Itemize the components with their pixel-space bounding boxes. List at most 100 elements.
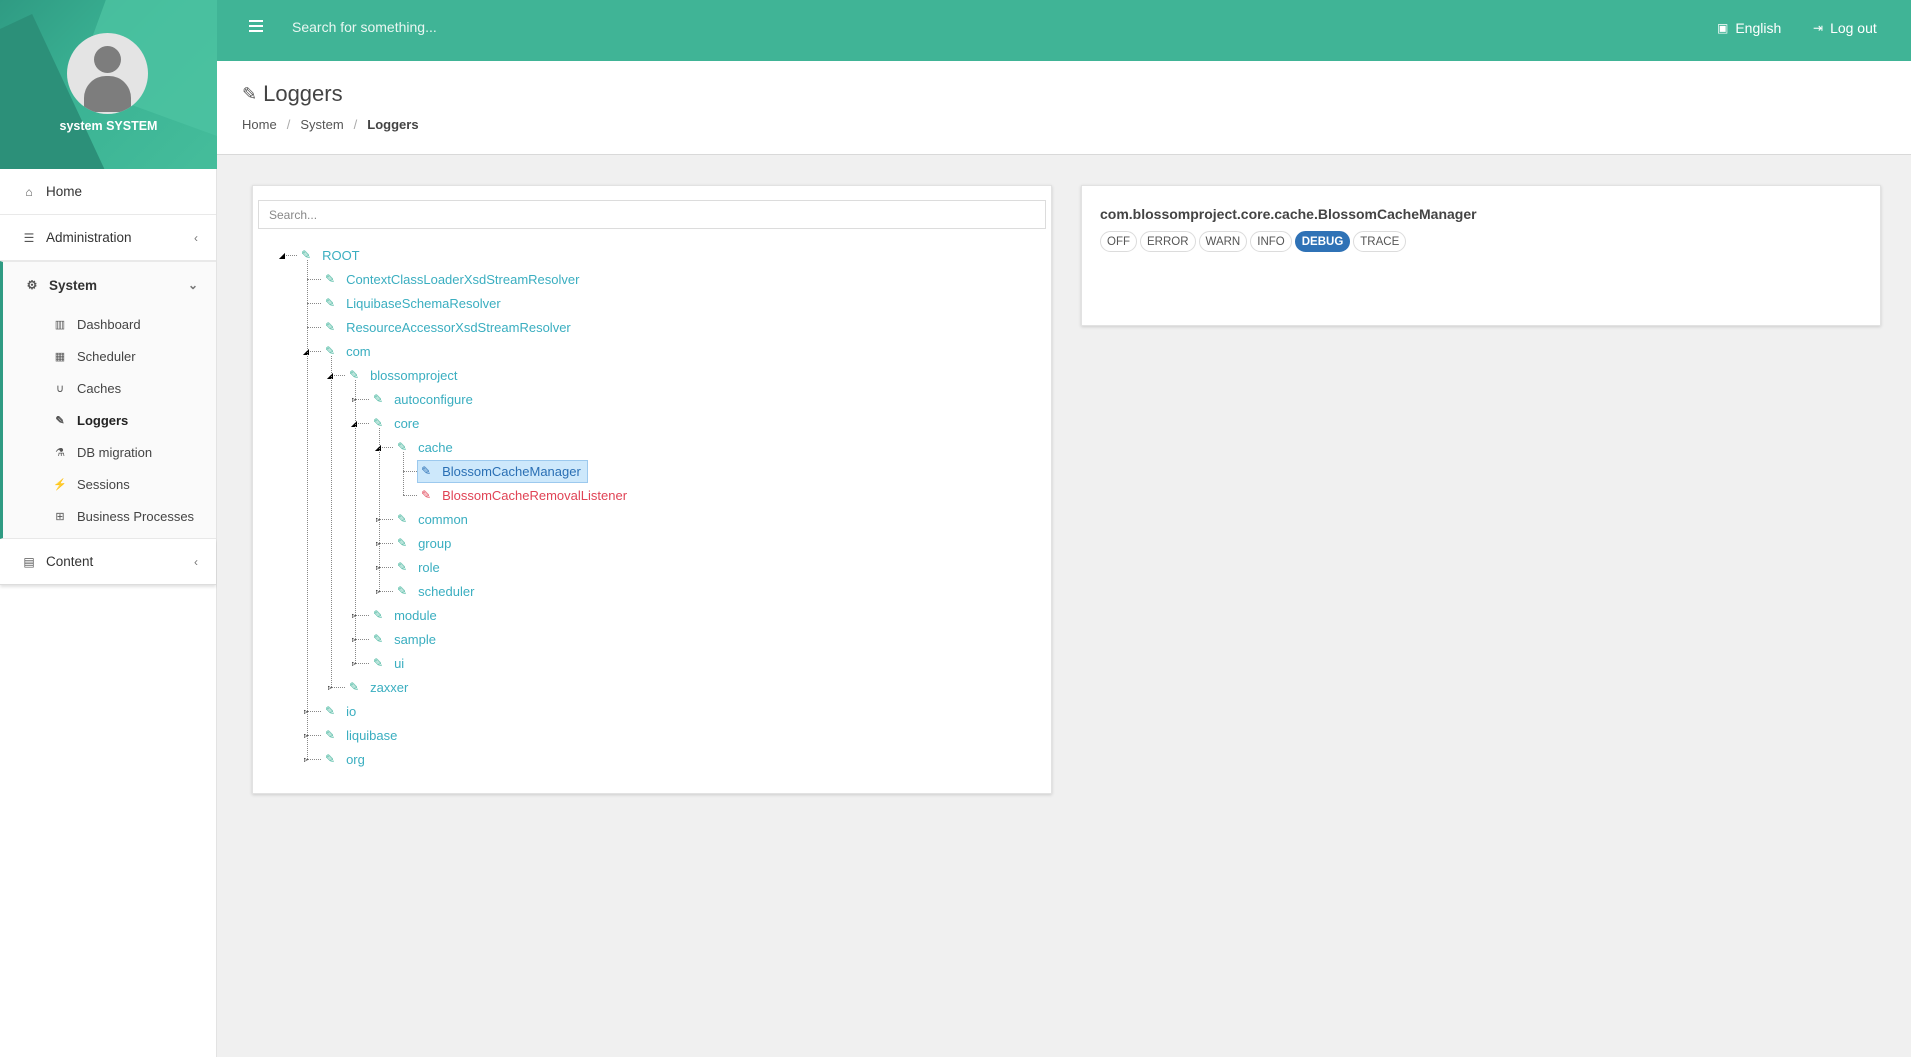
tree-node-link[interactable]: ✎ module — [369, 604, 444, 627]
level-trace-button[interactable]: TRACE — [1353, 231, 1407, 252]
sidebar-item-scheduler[interactable]: ▦ Scheduler — [3, 340, 216, 372]
tree-collapse-toggle[interactable]: ◢ — [301, 346, 311, 356]
tree-node-link[interactable]: ✎ liquibase — [321, 724, 404, 747]
pencil-icon: ✎ — [325, 272, 336, 286]
tree-node-link[interactable]: ✎ sample — [369, 628, 443, 651]
tree-expand-toggle[interactable]: ▹ — [373, 514, 383, 524]
tree-expand-toggle[interactable]: ▹ — [349, 394, 359, 404]
pencil-icon: ✎ — [349, 680, 360, 694]
tree-expand-toggle[interactable]: ▹ — [349, 610, 359, 620]
tree-node-link[interactable]: ✎ ResourceAccessorXsdStreamResolver — [321, 316, 578, 339]
book-icon: ▤ — [23, 554, 35, 569]
tree-search-input[interactable] — [258, 200, 1046, 229]
pencil-icon: ✎ — [325, 320, 336, 334]
level-info-button[interactable]: INFO — [1250, 231, 1292, 252]
tree-node-label: ResourceAccessorXsdStreamResolver — [346, 319, 571, 335]
page-title-text: Loggers — [263, 81, 343, 106]
tree-expand-toggle[interactable]: ▹ — [373, 538, 383, 548]
breadcrumb-home[interactable]: Home — [242, 117, 277, 132]
sidebar-item-administration[interactable]: ☰ Administration ‹ — [0, 215, 216, 261]
logout-button[interactable]: ⇥ Log out — [1813, 20, 1877, 36]
sidebar-item-loggers[interactable]: ✎ Loggers — [3, 404, 216, 436]
tree-node-label: ROOT — [322, 247, 360, 263]
sidebar-item-label: System — [49, 277, 98, 293]
tree-expand-toggle[interactable]: ▹ — [349, 658, 359, 668]
tree-node-link[interactable]: ✎ io — [321, 700, 363, 723]
tree-node-label: scheduler — [418, 583, 475, 599]
breadcrumb-system[interactable]: System — [300, 117, 343, 132]
tree-collapse-toggle[interactable]: ◢ — [325, 370, 335, 380]
tree-connector — [403, 495, 417, 496]
sidebar-item-home[interactable]: ⌂ Home — [0, 169, 216, 215]
pencil-icon: ✎ — [397, 560, 408, 574]
tree-node-link[interactable]: ✎ core — [369, 412, 426, 435]
tree-node-link[interactable]: ✎ LiquibaseSchemaResolver — [321, 292, 508, 315]
chevron-left-icon: ‹ — [194, 230, 198, 245]
sidebar-item-business-processes[interactable]: ⊞ Business Processes — [3, 500, 216, 532]
breadcrumb-current: Loggers — [367, 117, 419, 132]
sidebar-item-label: Home — [46, 184, 83, 199]
tree-node-label: ui — [394, 655, 405, 671]
tree-node-link[interactable]: ✎ com — [321, 340, 378, 363]
sitemap-icon: ⊞ — [55, 510, 65, 523]
tree-node: ✎ io — [321, 700, 363, 722]
hamburger-menu-icon[interactable] — [249, 20, 263, 32]
pencil-icon: ✎ — [421, 464, 432, 478]
tree-node: ✎ liquibase — [321, 724, 404, 746]
tree-node: ✎ sample — [369, 628, 443, 650]
sidebar-item-db-migration[interactable]: ⚗ DB migration — [3, 436, 216, 468]
tree-node-label: sample — [394, 631, 436, 647]
logger-name: com.blossomproject.core.cache.BlossomCac… — [1100, 206, 1477, 222]
tree-node-link[interactable]: ✎ autoconfigure — [369, 388, 480, 411]
flask-icon: ⚗ — [55, 446, 65, 459]
tree-expand-toggle[interactable]: ▹ — [301, 706, 311, 716]
logout-label: Log out — [1830, 20, 1877, 36]
sidebar-item-label: Administration — [46, 230, 132, 245]
sidebar-item-dashboard[interactable]: ▥ Dashboard — [3, 308, 216, 340]
level-warn-button[interactable]: WARN — [1198, 231, 1248, 252]
tree-expand-toggle[interactable]: ▹ — [301, 730, 311, 740]
tree-expand-toggle[interactable]: ▹ — [373, 586, 383, 596]
tree-node-link[interactable]: ✎ org — [321, 748, 372, 771]
sidebar-item-caches[interactable]: ∪ Caches — [3, 372, 216, 404]
pencil-icon: ✎ — [325, 296, 336, 310]
avatar-head — [94, 46, 121, 73]
level-button-group: OFF ERROR WARN INFO DEBUG TRACE — [1100, 231, 1409, 252]
tree-node-link[interactable]: ✎ common — [393, 508, 475, 531]
sidebar-group-system: ⚙ System ⌄ ▥ Dashboard ▦ Scheduler ∪ Cac… — [0, 261, 216, 539]
sidebar-item-sessions[interactable]: ⚡ Sessions — [3, 468, 216, 500]
tree-connector — [307, 303, 321, 304]
tree-node-link[interactable]: ✎ zaxxer — [345, 676, 415, 699]
tree-node-link[interactable]: ✎ BlossomCacheManager — [417, 459, 588, 483]
language-switch[interactable]: ▣ English — [1717, 20, 1781, 36]
tree-node-label: core — [394, 415, 420, 431]
avatar[interactable] — [67, 33, 148, 114]
tree-node-link[interactable]: ✎ ContextClassLoaderXsdStreamResolver — [321, 268, 586, 291]
pencil-icon: ✎ — [373, 392, 384, 406]
tree-collapse-toggle[interactable]: ◢ — [373, 442, 383, 452]
tree-node-link[interactable]: ✎ BlossomCacheRemovalListener — [417, 484, 634, 507]
tree-node-label: io — [346, 703, 357, 719]
tree-node-link[interactable]: ✎ ui — [369, 652, 411, 675]
tree-collapse-toggle[interactable]: ◢ — [349, 418, 359, 428]
tree-node-label: ContextClassLoaderXsdStreamResolver — [346, 271, 580, 287]
tree-node-label: common — [418, 511, 468, 527]
tree-node-link[interactable]: ✎ group — [393, 532, 458, 555]
level-error-button[interactable]: ERROR — [1140, 231, 1196, 252]
tree-node-link[interactable]: ✎ blossomproject — [345, 364, 465, 387]
sidebar-item-system[interactable]: ⚙ System ⌄ — [3, 262, 216, 308]
tree-expand-toggle[interactable]: ▹ — [325, 682, 335, 692]
level-off-button[interactable]: OFF — [1100, 231, 1137, 252]
level-debug-button[interactable]: DEBUG — [1294, 231, 1351, 252]
global-search-input[interactable] — [292, 19, 892, 35]
tree-collapse-toggle[interactable]: ◢ — [277, 250, 287, 260]
tree-expand-toggle[interactable]: ▹ — [349, 634, 359, 644]
tree-node-link[interactable]: ✎ scheduler — [393, 580, 481, 603]
tree-expand-toggle[interactable]: ▹ — [301, 754, 311, 764]
tree-node-label: liquibase — [346, 727, 398, 743]
sidebar-item-content[interactable]: ▤ Content ‹ — [0, 539, 216, 585]
list-icon: ☰ — [23, 230, 35, 245]
tree-expand-toggle[interactable]: ▹ — [373, 562, 383, 572]
tree-node-link[interactable]: ✎ role — [393, 556, 447, 579]
profile-name: system SYSTEM — [59, 119, 158, 133]
